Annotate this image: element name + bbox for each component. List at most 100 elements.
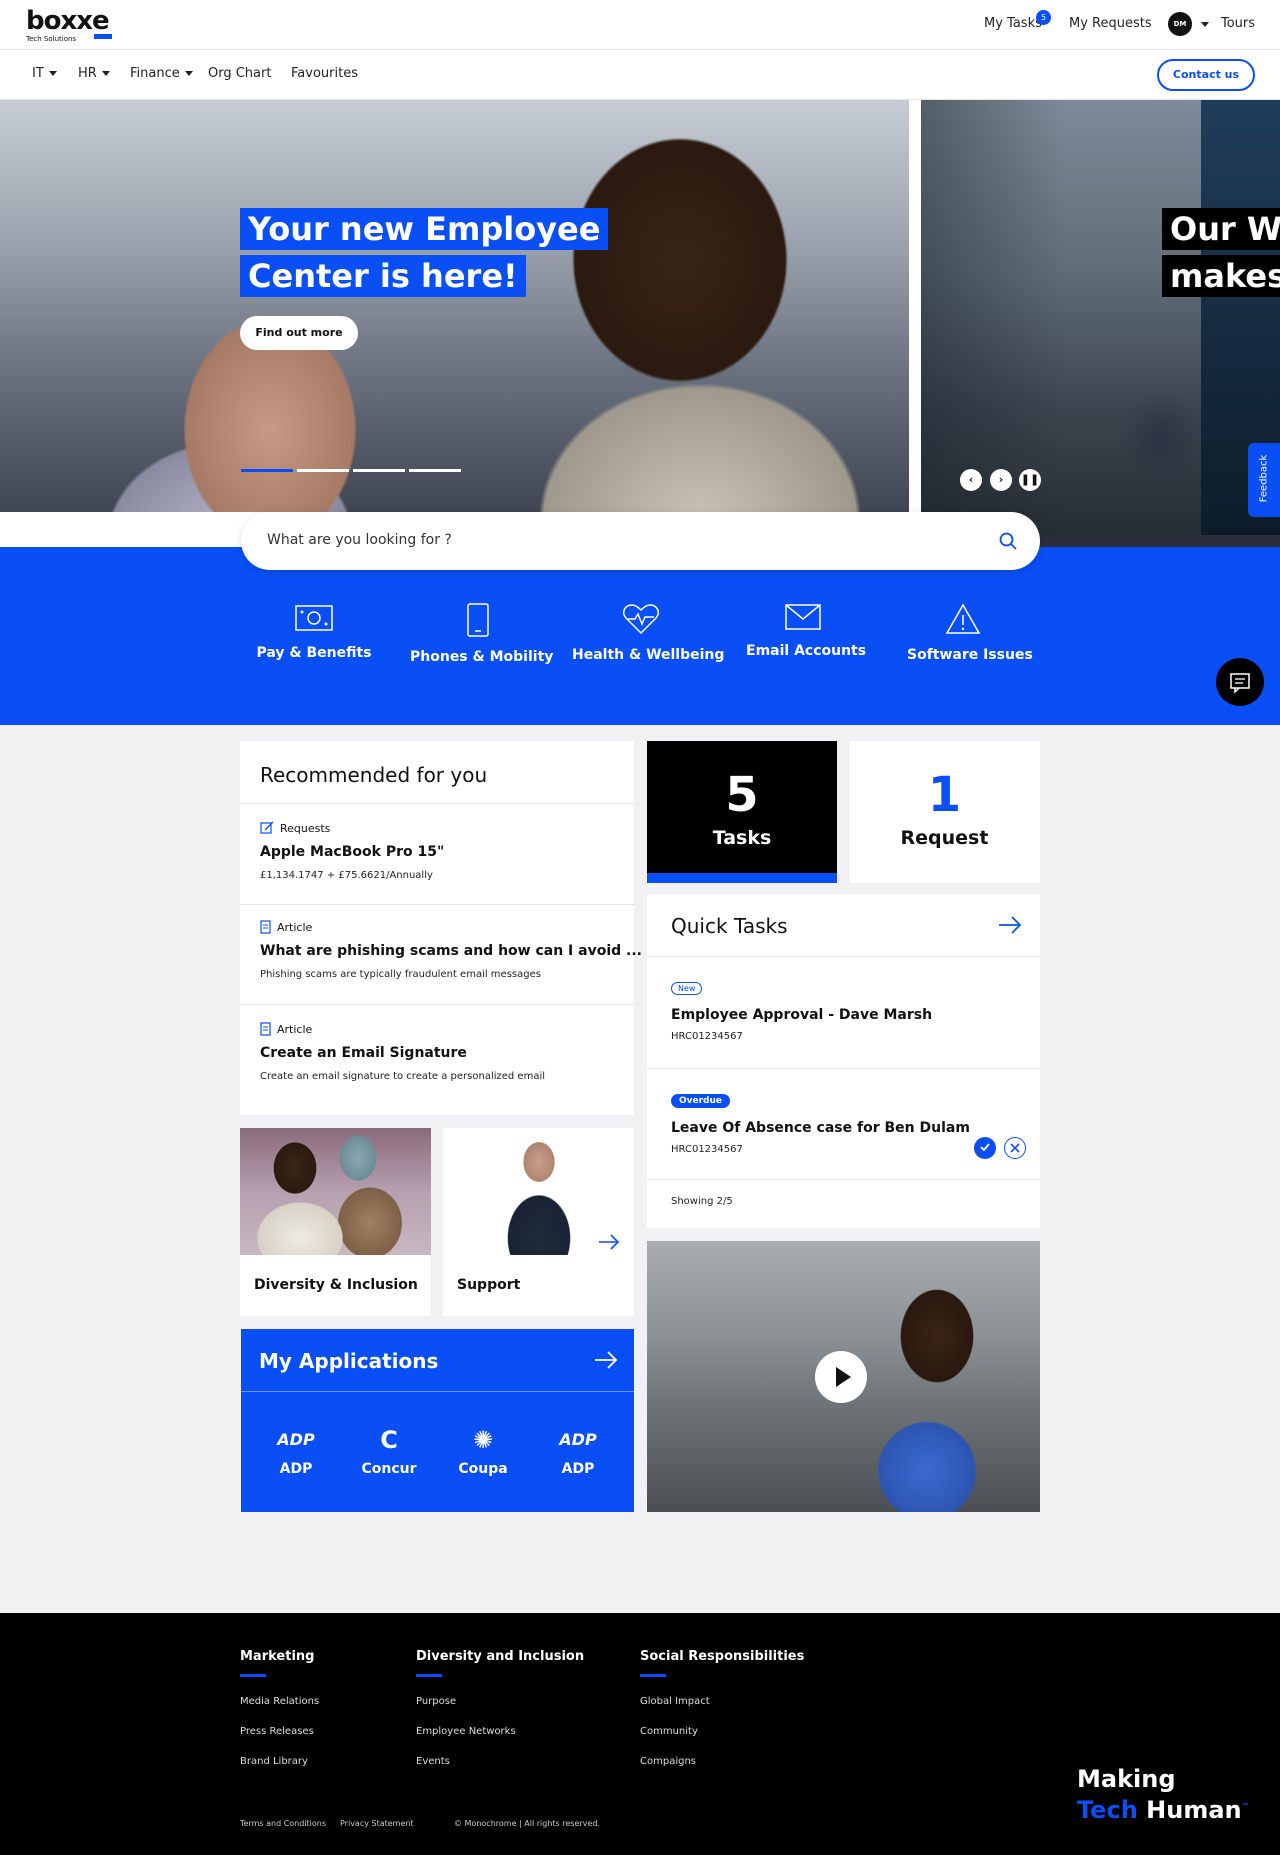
list-item[interactable]: Article What are phishing scams and how … <box>260 920 642 980</box>
feedback-tab[interactable]: Feedback <box>1248 443 1280 517</box>
item-description: Phishing scams are typically fraudulent … <box>260 969 541 980</box>
showing-count: Showing 2/5 <box>671 1196 733 1207</box>
support-tile[interactable]: Support <box>443 1128 634 1316</box>
category-phones-mobility[interactable]: Phones & Mobility <box>410 603 554 665</box>
app-coupa[interactable]: ✺ Coupa <box>448 1425 518 1477</box>
nav-item-it[interactable]: IT <box>32 66 57 81</box>
chevron-right-icon[interactable]: › <box>990 469 1012 491</box>
arrow-right-icon[interactable] <box>998 916 1022 934</box>
list-item[interactable]: Requests Apple MacBook Pro 15" £1,134.17… <box>260 821 444 882</box>
my-tasks-link[interactable]: My Tasks <box>984 16 1042 31</box>
hero-carousel: Your new Employee Center is here! Find o… <box>0 100 1280 547</box>
video-player[interactable] <box>647 1241 1040 1512</box>
carousel-dot-active[interactable] <box>241 469 293 472</box>
item-type-label: Requests <box>280 821 331 835</box>
hero-headline-line-2: Center is here! <box>240 255 526 297</box>
carousel-dot[interactable] <box>353 469 405 472</box>
adp-logo-icon: ADP <box>277 1430 315 1449</box>
user-avatar[interactable]: DM <box>1168 12 1192 36</box>
diversity-image <box>240 1128 431 1255</box>
search-icon[interactable] <box>998 531 1018 551</box>
nav-item-label: HR <box>78 66 97 81</box>
nav-item-hr[interactable]: HR <box>78 66 110 81</box>
tasks-count: 5 <box>725 767 759 823</box>
category-pay-benefits[interactable]: Pay & Benefits <box>254 603 374 661</box>
money-icon <box>295 605 333 631</box>
pause-icon[interactable]: ❚❚ <box>1019 469 1041 491</box>
reject-button[interactable] <box>1004 1137 1026 1159</box>
footer-heading: Marketing <box>240 1649 315 1664</box>
footer-link[interactable]: Community <box>640 1726 804 1737</box>
tagline-line-1: Making <box>1077 1765 1176 1793</box>
footer-link[interactable]: Brand Library <box>240 1756 319 1767</box>
next-slide-headline: Our Wo makes <box>1162 208 1280 302</box>
tours-link[interactable]: Tours <box>1221 16 1255 31</box>
hero-headline-line-1: Your new Employee <box>240 208 609 250</box>
footer-link[interactable]: Events <box>416 1756 584 1767</box>
arrow-right-icon[interactable] <box>598 1234 620 1250</box>
contact-us-button[interactable]: Contact us <box>1157 59 1255 91</box>
app-adp[interactable]: ADP ADP <box>261 1425 331 1477</box>
footer-link[interactable]: Global Impact <box>640 1696 804 1707</box>
footer-heading-underline <box>416 1674 442 1677</box>
hero-headline: Your new Employee Center is here! <box>240 208 609 302</box>
task-item[interactable]: Overdue Leave Of Absence case for Ben Du… <box>671 1088 970 1155</box>
coupa-logo-icon: ✺ <box>472 1426 494 1454</box>
feedback-label: Feedback <box>1258 454 1270 503</box>
footer-heading-underline <box>240 1674 266 1677</box>
tasks-stat-card[interactable]: 5 Tasks <box>647 741 837 883</box>
request-count: 1 <box>927 767 962 823</box>
app-concur[interactable]: C Concur <box>354 1425 424 1477</box>
category-label: Health & Wellbeing <box>572 647 725 663</box>
slide-divider <box>909 100 921 512</box>
heart-pulse-icon <box>623 604 659 635</box>
search-input[interactable]: What are you looking for ? <box>241 512 1040 570</box>
divider <box>241 1391 634 1392</box>
divider <box>647 956 1040 957</box>
nav-item-favourites[interactable]: Favourites <box>291 66 358 81</box>
footer-link[interactable]: Press Releases <box>240 1726 319 1737</box>
list-item[interactable]: Article Create an Email Signature Create… <box>260 1022 545 1082</box>
request-stat-card[interactable]: 1 Request <box>849 741 1040 883</box>
tagline-logo: Making Tech Human™ <box>1077 1765 1250 1824</box>
approve-button[interactable] <box>974 1137 996 1159</box>
play-icon[interactable] <box>815 1351 867 1403</box>
document-icon <box>260 1022 271 1036</box>
tasks-count-badge: 5 <box>1036 10 1051 25</box>
nav-item-finance[interactable]: Finance <box>130 66 193 81</box>
recommended-card: Recommended for you Requests Apple MacBo… <box>240 741 642 1115</box>
carousel-dot[interactable] <box>297 469 349 472</box>
chevron-down-icon[interactable] <box>1201 22 1209 27</box>
chevron-left-icon[interactable]: ‹ <box>960 469 982 491</box>
hero-slide-image <box>0 100 909 512</box>
my-requests-link[interactable]: My Requests <box>1069 16 1152 31</box>
nav-item-org-chart[interactable]: Org Chart <box>208 66 271 81</box>
chat-icon <box>1230 673 1250 694</box>
arrow-right-icon[interactable] <box>594 1351 618 1369</box>
category-email-accounts[interactable]: Email Accounts <box>746 603 866 659</box>
close-icon <box>1010 1143 1020 1153</box>
category-label: Phones & Mobility <box>410 649 554 665</box>
privacy-link[interactable]: Privacy Statement <box>340 1819 414 1828</box>
footer-link[interactable]: Compaigns <box>640 1756 804 1767</box>
terms-link[interactable]: Terms and Conditions <box>240 1819 326 1828</box>
footer-link[interactable]: Media Relations <box>240 1696 319 1707</box>
tile-label: Diversity & Inclusion <box>254 1277 418 1293</box>
category-health-wellbeing[interactable]: Health & Wellbeing <box>572 603 725 663</box>
category-software-issues[interactable]: Software Issues <box>907 603 1033 663</box>
chat-button[interactable] <box>1216 658 1264 706</box>
footer-link[interactable]: Purpose <box>416 1696 584 1707</box>
category-label: Pay & Benefits <box>256 645 372 661</box>
carousel-dot[interactable] <box>409 469 461 472</box>
task-title: Employee Approval - Dave Marsh <box>671 1007 933 1023</box>
find-out-more-button[interactable]: Find out more <box>240 316 358 350</box>
task-item[interactable]: New Employee Approval - Dave Marsh HRC01… <box>671 976 932 1042</box>
footer-link[interactable]: Employee Networks <box>416 1726 584 1737</box>
recommended-title: Recommended for you <box>260 763 488 787</box>
brand-logo[interactable]: boxxe Tech Solutions <box>26 8 112 43</box>
diversity-tile[interactable]: Diversity & Inclusion <box>240 1128 431 1316</box>
app-label: Concur <box>361 1461 417 1477</box>
divider <box>240 904 634 905</box>
my-applications-card: My Applications ADP ADP C Concur ✺ Coupa… <box>241 1329 634 1512</box>
app-adp[interactable]: ADP ADP <box>543 1425 613 1477</box>
